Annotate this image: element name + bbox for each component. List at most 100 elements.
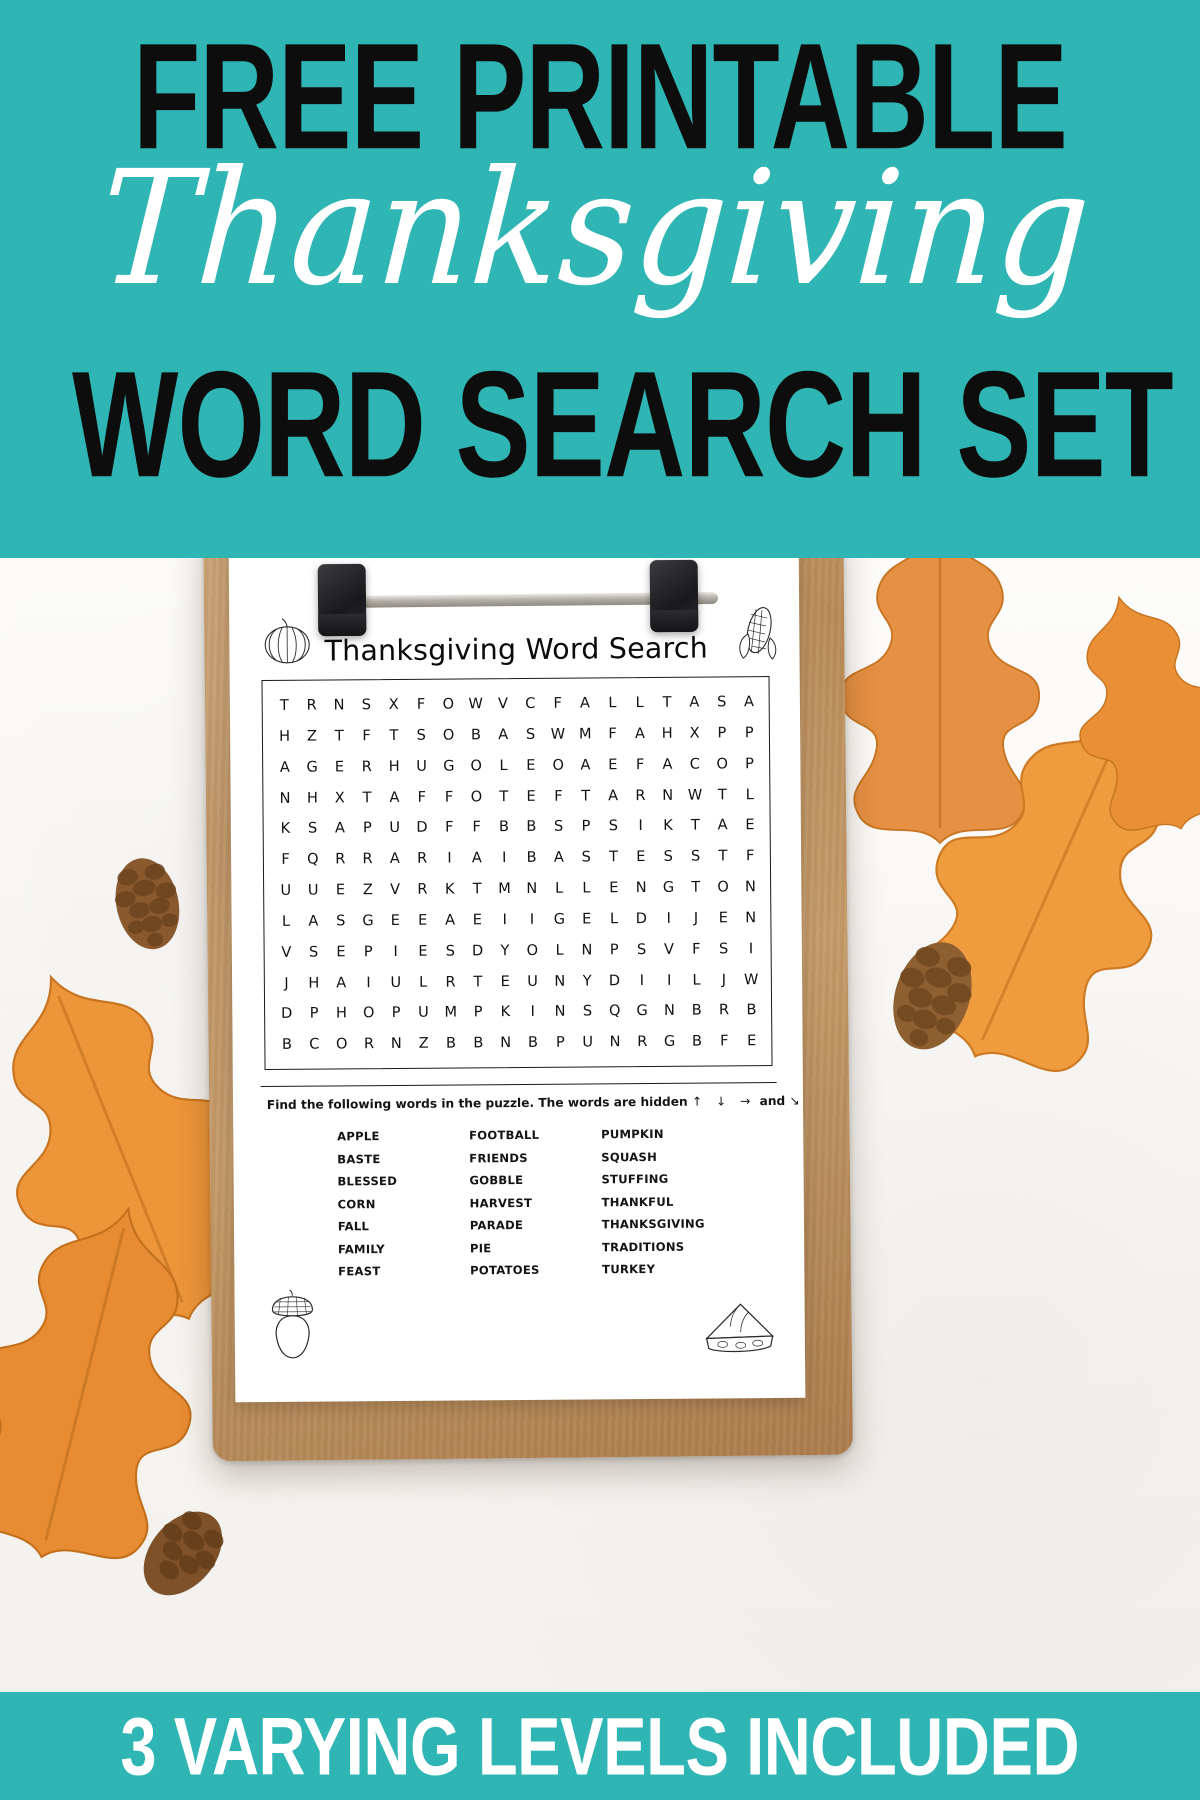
grid-letter: U	[390, 973, 402, 991]
grid-letter: L	[555, 941, 564, 959]
word-list-item: FOOTBALL	[469, 1127, 540, 1143]
grid-letter: N	[581, 941, 593, 959]
grid-letter: Z	[418, 1034, 429, 1053]
grid-letter: F	[362, 727, 371, 745]
grid-letter: N	[390, 1035, 402, 1053]
grid-letter: U	[389, 819, 401, 837]
grid-letter: W	[550, 725, 566, 743]
grid-letter: T	[499, 787, 509, 805]
word-list-item: HARVEST	[469, 1195, 533, 1210]
word-list-item: PUMPKIN	[601, 1126, 664, 1142]
grid-letter: X	[388, 696, 399, 714]
grid-letter: G	[636, 1002, 648, 1020]
grid-letter: A	[634, 724, 645, 743]
grid-letter: R	[445, 973, 456, 991]
grid-letter: A	[580, 756, 591, 774]
grid-letter: T	[362, 788, 372, 806]
grid-letter: S	[636, 940, 647, 958]
photo-area: Thanksgiving Word Search TRNSXFOWVCFALLT…	[0, 558, 1200, 1692]
word-list-item: CORN	[337, 1196, 376, 1211]
word-list-item: PARADE	[469, 1217, 524, 1233]
grid-letter: F	[608, 725, 617, 743]
grid-letter: L	[419, 973, 428, 991]
grid-letter: M	[498, 880, 511, 898]
grid-letter: Z	[306, 727, 317, 745]
grid-letter: G	[553, 910, 566, 928]
grid-letter: P	[362, 819, 372, 837]
grid-letter: D	[416, 819, 428, 837]
instructions-text: Find the following words in the puzzle. …	[267, 1094, 805, 1112]
grid-letter: B	[691, 1032, 703, 1050]
grid-letter: R	[361, 757, 372, 776]
pie-slice-icon	[705, 1303, 775, 1353]
grid-letter: T	[662, 693, 672, 711]
grid-letter: A	[308, 912, 319, 930]
grid-letter: T	[334, 727, 344, 745]
grid-letter: V	[663, 940, 674, 958]
grid-letter: R	[417, 880, 428, 898]
grid-letter: P	[309, 1005, 319, 1023]
grid-letter: H	[335, 1004, 347, 1022]
grid-letter: S	[336, 912, 346, 930]
grid-letter: P	[363, 942, 373, 960]
grid-letter: F	[554, 787, 563, 805]
clipboard-clip-handle-right[interactable]	[649, 559, 699, 633]
grid-letter: Y	[582, 972, 592, 990]
grid-letter: U	[418, 1004, 429, 1022]
grid-letter: S	[716, 693, 727, 711]
grid-letter: J	[721, 970, 727, 989]
grid-letter: E	[418, 911, 428, 929]
grid-letter: I	[529, 910, 535, 928]
grid-letter: O	[442, 726, 455, 744]
grid-letter: W	[743, 970, 759, 988]
grid-letter: L	[582, 879, 591, 897]
grid-letter: J	[693, 909, 699, 927]
grid-letter: P	[473, 1003, 483, 1021]
word-list-item: PIE	[469, 1240, 492, 1255]
grid-letter: A	[389, 850, 400, 868]
grid-letter: F	[635, 755, 645, 773]
grid-letter: N	[609, 1033, 621, 1051]
grid-letter: T	[718, 847, 728, 865]
grid-letter: B	[526, 849, 537, 867]
word-list-item: APPLE	[337, 1129, 380, 1144]
grid-letter: P	[744, 724, 754, 742]
grid-letter: B	[470, 726, 481, 744]
grid-letter: B	[445, 1034, 457, 1052]
acorn-icon	[271, 1289, 314, 1359]
grid-letter: N	[663, 1002, 675, 1020]
grid-letter: L	[281, 912, 291, 930]
grid-letter: O	[717, 878, 729, 896]
grid-letter: V	[390, 881, 401, 899]
grid-letter: N	[526, 879, 538, 898]
grid-letter: K	[444, 880, 455, 898]
grid-letter: X	[334, 788, 345, 807]
grid-letter: F	[472, 818, 481, 836]
grid-letter: Y	[500, 941, 510, 959]
grid-letter: I	[393, 942, 398, 960]
grid-letter: S	[582, 1002, 593, 1020]
grid-letter: P	[391, 1004, 401, 1022]
grid-letter: R	[335, 850, 346, 868]
grid-letter: F	[417, 788, 427, 806]
word-list-item: BASTE	[337, 1151, 381, 1166]
grid-letter: F	[720, 1032, 729, 1050]
grid-letter: I	[748, 939, 754, 957]
grid-letter: U	[582, 1033, 594, 1051]
grid-letter: P	[581, 817, 591, 835]
grid-letter: H	[306, 789, 318, 807]
grid-letter: I	[502, 911, 507, 929]
grid-letter: R	[363, 1035, 375, 1053]
grid-letter: I	[530, 1003, 535, 1021]
grid-letter: E	[526, 756, 536, 774]
word-list-item: BLESSED	[337, 1173, 398, 1189]
divider	[260, 1081, 777, 1088]
word-list: APPLE FOOTBALL PUMPKIN BASTE FRIENDS SQUASH BL…	[337, 1126, 768, 1279]
clipboard-clip-handle-left[interactable]	[317, 563, 367, 637]
grid-letter: A	[498, 726, 509, 744]
grid-letter: O	[335, 1035, 348, 1053]
grid-letter: A	[553, 848, 564, 867]
grid-letter: E	[636, 848, 646, 866]
grid-letter: Z	[362, 881, 373, 899]
grid-letter: F	[445, 818, 454, 837]
